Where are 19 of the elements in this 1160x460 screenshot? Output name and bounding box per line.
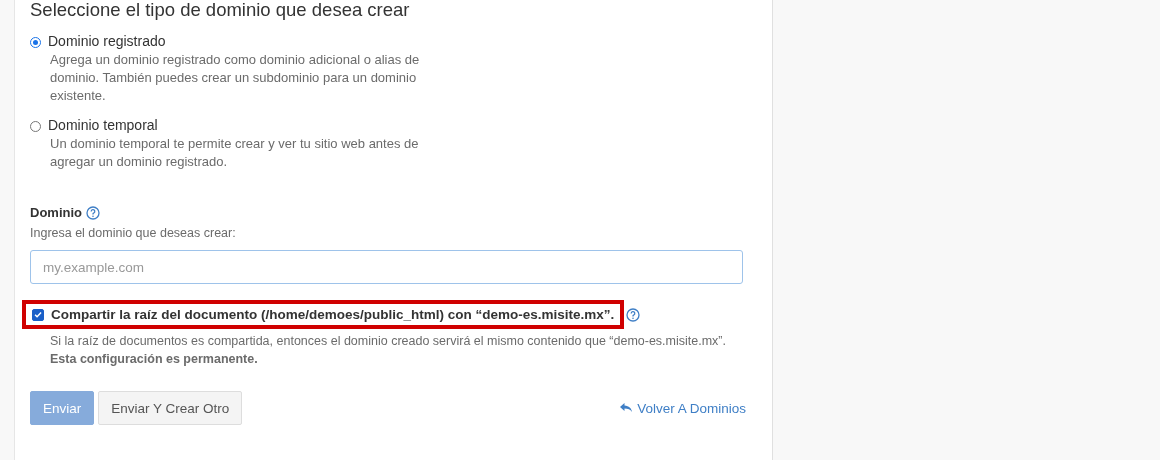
section-heading: Seleccione el tipo de dominio que desea crear bbox=[30, 0, 411, 20]
checkbox-label: Compartir la raíz del documento (/home/demoes/public_html) con “demo-es.misite.mx”. bbox=[51, 307, 615, 322]
radio-button[interactable] bbox=[30, 37, 41, 48]
submit-and-create-button[interactable]: Enviar Y Crear Otro bbox=[98, 391, 243, 425]
domain-input[interactable]: my.example.com bbox=[30, 250, 743, 284]
back-link[interactable]: Volver A Dominios bbox=[619, 400, 746, 416]
field-hint: Ingresa el dominio que deseas crear: bbox=[30, 226, 237, 240]
checkbox[interactable] bbox=[32, 308, 44, 321]
option-description: Un dominio temporal te permite crear y ver tu sitio web antes de agregar un dominio registrado. bbox=[50, 135, 420, 171]
checkbox-description: Si la raíz de documentos es compartida, entonces el dominio creado servirá el mismo contenido que “demo-es.misite.mx”. Esta configuración es permanente. bbox=[50, 333, 727, 368]
radio-button[interactable] bbox=[30, 121, 41, 132]
field-label: Dominio bbox=[30, 205, 82, 220]
option-label: Dominio temporal bbox=[48, 117, 158, 133]
option-label: Dominio registrado bbox=[48, 33, 166, 49]
help-icon[interactable] bbox=[626, 307, 641, 322]
reply-arrow-icon bbox=[619, 402, 634, 414]
help-icon[interactable] bbox=[86, 205, 100, 220]
option-description: Agrega un dominio registrado como dominio adicional o alias de dominio. También puedes crear un subdominio para un dominio existente. bbox=[50, 51, 421, 105]
submit-button[interactable]: Enviar bbox=[30, 391, 95, 425]
